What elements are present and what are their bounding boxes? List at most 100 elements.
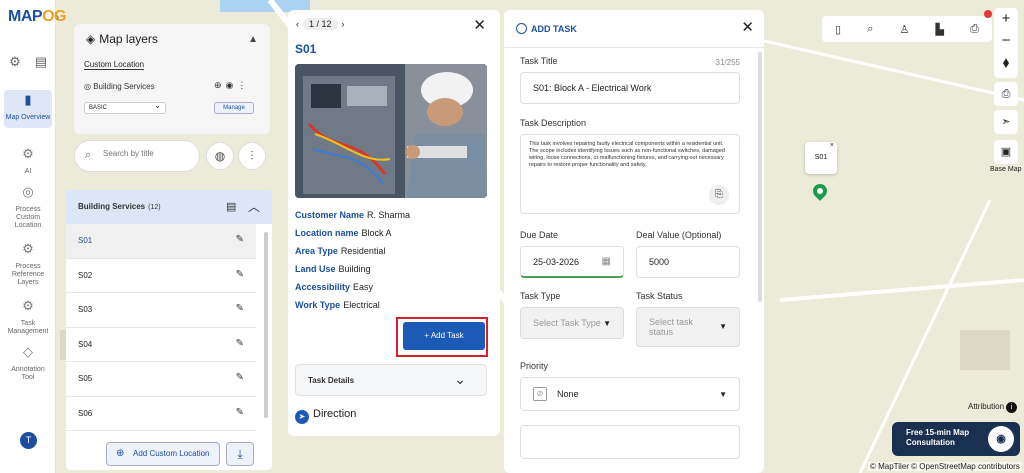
edit-icon[interactable]: ✎ bbox=[236, 338, 244, 349]
list-scrollbar[interactable] bbox=[264, 232, 268, 418]
info-row: Area Type Residential bbox=[295, 246, 386, 256]
chat-icon[interactable]: ◉ bbox=[988, 426, 1014, 452]
base-map-button[interactable]: ▣ bbox=[994, 140, 1018, 164]
eye-icon[interactable]: ◉ bbox=[226, 80, 238, 90]
person-pin-icon[interactable]: ♙ bbox=[900, 23, 910, 36]
task-status-select[interactable]: Select task status ▼ bbox=[636, 307, 740, 347]
settings-icon[interactable]: ⚙ bbox=[6, 54, 24, 72]
close-icon[interactable]: × bbox=[830, 130, 834, 162]
left-rail: MAPOG ⚙ ▤ ▮ Map Overview ⚙ AI ◎ Process … bbox=[0, 0, 66, 473]
list-item[interactable]: S02 ✎ bbox=[66, 259, 256, 293]
task-title-input[interactable]: S01: Block A - Electrical Work bbox=[520, 72, 740, 104]
location-code: S01 bbox=[295, 42, 317, 56]
map-layers-title: Map layers bbox=[99, 32, 158, 46]
close-icon[interactable]: ✕ bbox=[473, 16, 486, 34]
consultation-button[interactable]: Free 15-min Map Consultation ◉ bbox=[892, 422, 1020, 456]
filter-settings-button[interactable]: ⫶ bbox=[238, 142, 266, 170]
building-services-label: Building Services bbox=[93, 82, 155, 91]
add-task-form: ADD TASK ✕ Task Title 31/255 S01: Block … bbox=[504, 10, 764, 473]
list-item[interactable]: S06 ✎ bbox=[66, 397, 256, 431]
due-date-input[interactable]: 25-03-2026 ▦ bbox=[520, 246, 624, 278]
rail-task-management[interactable]: ⚙ Task Management bbox=[4, 298, 52, 336]
zoom-in-button[interactable]: + bbox=[994, 8, 1018, 30]
char-count: 31/255 bbox=[715, 58, 740, 67]
collapse-icon[interactable]: ▲ bbox=[248, 34, 258, 45]
attachment-icon[interactable]: ⎘ bbox=[709, 185, 729, 205]
info-row: Location name Block A bbox=[295, 228, 392, 238]
calendar-icon[interactable]: ▦ bbox=[602, 256, 611, 267]
location-icon: ◎ bbox=[22, 184, 34, 199]
expand-rail-icon[interactable]: › bbox=[56, 12, 66, 28]
edit-icon[interactable]: ✎ bbox=[236, 303, 244, 314]
stack-icon: ◈ bbox=[86, 32, 96, 46]
zoom-control: + − ⬧ bbox=[994, 8, 1018, 78]
search-input[interactable] bbox=[103, 149, 193, 158]
rail-process-custom-location[interactable]: ◎ Process Custom Location bbox=[4, 184, 52, 230]
marker-popup[interactable]: S01 × bbox=[805, 142, 837, 174]
rail-annotation-tool[interactable]: ◇ Annotation Tool bbox=[4, 345, 52, 382]
close-icon[interactable]: ✕ bbox=[741, 18, 754, 36]
rail-ai[interactable]: ⚙ AI bbox=[4, 147, 52, 176]
more-icon[interactable]: ⋮ bbox=[237, 80, 250, 90]
list-item[interactable]: S05 ✎ bbox=[66, 362, 256, 397]
priority-select[interactable]: ⊘ None ▼ bbox=[520, 377, 740, 411]
add-task-button[interactable]: + Add Task bbox=[403, 322, 485, 350]
info-row: Work Type Electrical bbox=[295, 300, 380, 310]
book-icon[interactable]: ▯ bbox=[835, 23, 841, 36]
form-scrollbar[interactable] bbox=[758, 52, 762, 302]
avatar[interactable]: T bbox=[20, 432, 37, 449]
table-icon[interactable]: ▤ bbox=[226, 200, 236, 213]
chevron-up-icon[interactable]: ︿ bbox=[248, 198, 260, 215]
caret-down-icon: ▼ bbox=[719, 322, 727, 331]
list-title: Building Services bbox=[78, 202, 146, 211]
navigation-icon: ➤ bbox=[295, 410, 309, 424]
info-row: Accessibility Easy bbox=[295, 282, 374, 292]
edit-icon[interactable]: ✎ bbox=[236, 372, 244, 383]
deal-value-label: Deal Value (Optional) bbox=[636, 230, 722, 240]
deal-value-input[interactable]: 5000 bbox=[636, 246, 740, 278]
compass-icon[interactable]: ⬧ bbox=[994, 52, 1018, 74]
print-button[interactable]: ⎙ bbox=[994, 82, 1018, 106]
locate-button[interactable]: ➣ bbox=[994, 110, 1018, 134]
document-icon[interactable]: ▤ bbox=[32, 54, 50, 72]
custom-location-link[interactable]: Custom Location bbox=[84, 60, 145, 70]
add-custom-location-button[interactable]: ⊕ Add Custom Location bbox=[106, 442, 220, 466]
rail-process-reference-layers[interactable]: ⚙ Process Reference Layers bbox=[4, 242, 52, 287]
task-type-label: Task Type bbox=[520, 291, 561, 301]
location-photo bbox=[295, 64, 487, 198]
description-textarea[interactable]: This task involves repairing faulty elec… bbox=[520, 134, 740, 214]
style-select[interactable]: BASIC bbox=[84, 101, 166, 114]
search-icon: ⌕ bbox=[85, 149, 92, 161]
task-details-accordion[interactable]: Task Details ⌄ bbox=[295, 364, 487, 396]
edit-icon[interactable]: ✎ bbox=[236, 269, 244, 280]
search-icon[interactable]: ⌕ bbox=[867, 23, 873, 36]
edit-icon[interactable]: ✎ bbox=[236, 234, 244, 245]
list-item[interactable]: S01 ✎ bbox=[66, 224, 256, 259]
attribution-button[interactable]: Attribution i bbox=[968, 402, 1018, 413]
task-icon: ⚙ bbox=[22, 298, 34, 313]
map-icon: ▮ bbox=[24, 92, 32, 107]
location-filter-button[interactable]: ◍ bbox=[206, 142, 234, 170]
caret-down-icon: ▼ bbox=[603, 318, 611, 328]
edit-icon[interactable]: ✎ bbox=[236, 407, 244, 418]
next-icon[interactable]: › bbox=[342, 19, 345, 29]
list-item[interactable]: S04 ✎ bbox=[66, 328, 256, 362]
print-icon[interactable]: ⎙ bbox=[970, 23, 979, 36]
manage-button[interactable]: Manage bbox=[214, 102, 254, 114]
print-icon: ⎙ bbox=[1001, 88, 1011, 100]
next-field[interactable] bbox=[520, 425, 740, 459]
info-row: Customer Name R. Sharma bbox=[295, 210, 411, 220]
description-label: Task Description bbox=[520, 118, 587, 128]
task-status-label: Task Status bbox=[636, 291, 683, 301]
building-icon[interactable]: ▙ bbox=[935, 23, 943, 36]
prev-icon[interactable]: ‹ bbox=[296, 19, 299, 29]
due-date-label: Due Date bbox=[520, 230, 559, 240]
zoom-to-icon[interactable]: ⊕ bbox=[214, 80, 226, 90]
list-item[interactable]: S03 ✎ bbox=[66, 293, 256, 328]
download-button[interactable]: ⤓ bbox=[226, 442, 254, 466]
task-type-select[interactable]: Select Task Type ▼ bbox=[520, 307, 624, 339]
map-toolbar: ▯ ⌕ ♙ ▙ ⎙ bbox=[822, 16, 992, 42]
rail-map-overview[interactable]: ▮ Map Overview bbox=[4, 90, 52, 128]
direction-link[interactable]: ➤ Direction bbox=[295, 408, 356, 424]
zoom-out-button[interactable]: − bbox=[994, 30, 1018, 52]
